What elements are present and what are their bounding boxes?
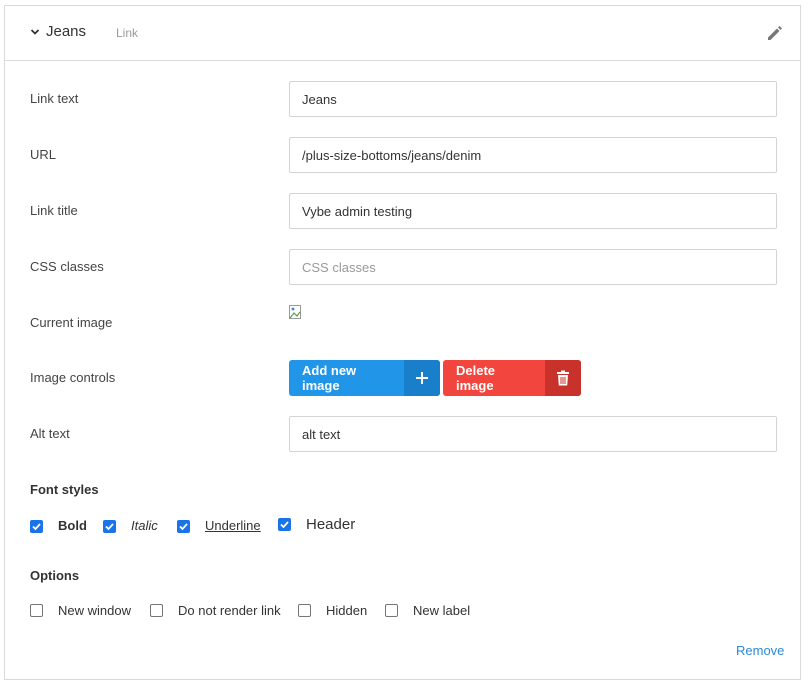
delete-image-label: Delete image [456, 363, 496, 393]
panel-header[interactable]: Jeans Link [5, 6, 800, 61]
link-title-input[interactable] [289, 193, 777, 229]
underline-label: Underline [205, 518, 261, 533]
trash-icon [545, 360, 581, 396]
image-controls-label: Image controls [30, 370, 116, 385]
new-window-label: New window [58, 603, 131, 618]
current-image-label: Current image [30, 315, 113, 330]
link-text-label: Link text [30, 91, 79, 106]
new-label-label: New label [413, 603, 471, 618]
new-label-checkbox[interactable] [385, 604, 398, 617]
bold-label: Bold [58, 518, 87, 533]
header-label: Header [306, 516, 356, 533]
remove-link[interactable]: Remove [736, 643, 784, 658]
italic-label: Italic [131, 518, 158, 533]
pencil-icon[interactable] [765, 23, 785, 43]
plus-icon [404, 360, 440, 396]
underline-checkbox[interactable] [177, 520, 190, 533]
panel-title: Jeans [46, 23, 87, 40]
delete-image-button[interactable]: Delete image [443, 360, 581, 396]
new-window-checkbox[interactable] [30, 604, 43, 617]
panel-subtitle: Link [116, 26, 139, 40]
link-text-input[interactable] [289, 81, 777, 117]
chevron-down-icon[interactable] [29, 26, 41, 38]
link-title-label: Link title [30, 203, 78, 218]
broken-image-icon [289, 305, 301, 319]
css-classes-input[interactable] [289, 249, 777, 285]
url-label: URL [30, 147, 57, 162]
url-input[interactable] [289, 137, 777, 173]
do-not-render-link-label: Do not render link [178, 603, 281, 618]
header-checkbox[interactable] [278, 518, 291, 531]
add-new-image-label: Add new image [302, 363, 357, 393]
alt-text-label: Alt text [30, 426, 70, 441]
hidden-label: Hidden [326, 603, 368, 618]
bold-checkbox[interactable] [30, 520, 43, 533]
do-not-render-link-checkbox[interactable] [150, 604, 163, 617]
font-styles-heading: Font styles [30, 482, 99, 497]
italic-checkbox[interactable] [103, 520, 116, 533]
options-heading: Options [30, 568, 80, 583]
css-classes-label: CSS classes [30, 259, 104, 274]
alt-text-input[interactable] [289, 416, 777, 452]
link-editor-panel: Jeans Link Link text URL Link title CSS … [4, 5, 801, 680]
hidden-checkbox[interactable] [298, 604, 311, 617]
add-new-image-button[interactable]: Add new image [289, 360, 440, 396]
